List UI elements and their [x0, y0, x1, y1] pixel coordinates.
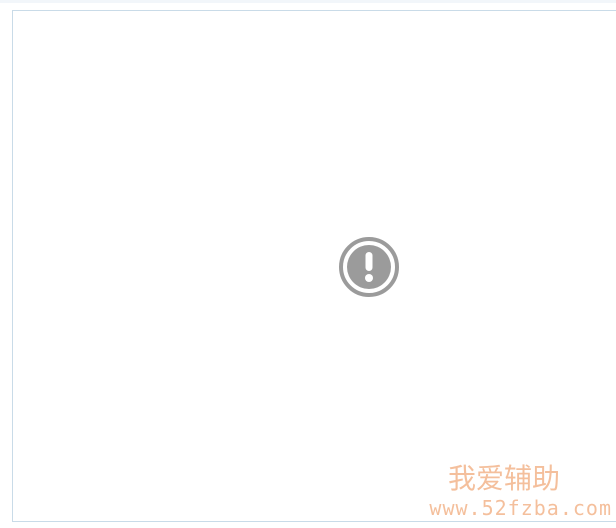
error-exclamation-icon [339, 237, 399, 297]
watermark-title: 我爱辅助 [447, 462, 560, 495]
content-frame [12, 10, 616, 522]
watermark: 我爱辅助 www.52fzba.com [429, 462, 612, 520]
window-top-strip [0, 0, 616, 3]
watermark-url: www.52fzba.com [429, 496, 612, 520]
